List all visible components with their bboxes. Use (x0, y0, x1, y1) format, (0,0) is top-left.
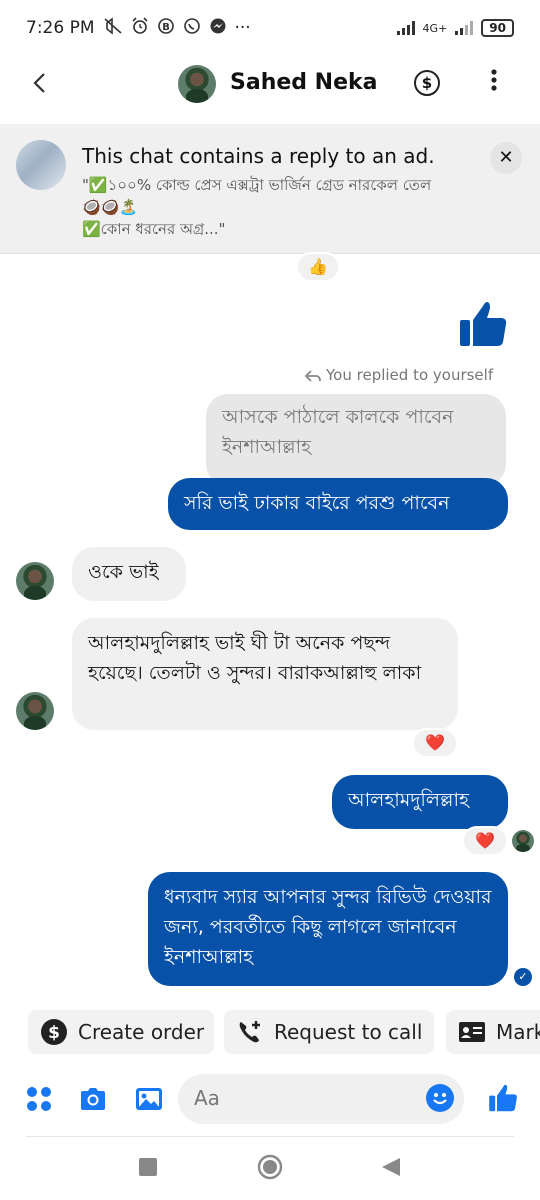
id-card-icon (458, 1018, 486, 1046)
ad-snippet: "✅১০০% কোল্ড প্রেস এক্সট্রা ভার্জিন গ্রে… (82, 174, 462, 240)
like-thumb-icon[interactable] (458, 298, 508, 350)
create-order-label: Create order (78, 1020, 205, 1044)
apps-grid-icon[interactable] (24, 1084, 54, 1114)
reply-arrow-icon (304, 369, 321, 382)
emoji-icon[interactable] (426, 1084, 454, 1112)
more-vertical-icon (491, 69, 497, 91)
ad-banner-title: This chat contains a reply to an ad. (82, 144, 435, 168)
chat-header: Sahed Neka $ (0, 56, 540, 118)
more-notifications: ··· (234, 18, 251, 38)
quoted-message[interactable]: আসকে পাঠালে কালকে পাবেন ইনশাআল্লাহ (206, 394, 506, 486)
back-arrow-icon (33, 73, 45, 93)
contact-avatar-small[interactable] (16, 562, 54, 600)
back-button[interactable] (26, 68, 56, 98)
incoming-message[interactable]: ওকে ভাই (72, 547, 186, 601)
messenger-icon (209, 17, 227, 39)
payment-button[interactable]: $ (414, 70, 440, 96)
battery-icon: 90 (481, 19, 514, 37)
request-call-button[interactable]: Request to call (224, 1010, 434, 1054)
heart-reaction[interactable]: ❤️ (412, 728, 458, 758)
divider (26, 1136, 514, 1137)
ad-snippet-line3: ✅কোন ধরনের অগ্র..." (82, 220, 226, 238)
contact-name[interactable]: Sahed Neka (230, 70, 378, 95)
contact-avatar[interactable] (178, 65, 216, 103)
delivered-check-icon: ✓ (514, 968, 532, 986)
message-placeholder: Aa (194, 1086, 220, 1110)
incoming-message[interactable]: আলহামদুলিল্লাহ ভাই ঘী টা অনেক পছন্দ হয়ে… (72, 618, 458, 730)
create-order-button[interactable]: $ Create order (28, 1010, 214, 1054)
b-app-icon: B (157, 17, 175, 39)
outgoing-message[interactable]: আলহামদুলিল্লাহ (332, 775, 508, 829)
heart-reaction[interactable]: ❤️ (462, 826, 508, 856)
dollar-chip-icon: $ (40, 1018, 68, 1046)
ad-snippet-line2: 🥥🥥🏝️ (82, 198, 139, 216)
status-time: 7:26 PM (26, 18, 95, 38)
alarm-icon (131, 17, 149, 39)
mute-notification-icon (103, 17, 123, 39)
message-input[interactable]: Aa (178, 1074, 464, 1124)
svg-text:$: $ (48, 1023, 60, 1043)
phone-plus-icon (236, 1018, 264, 1046)
mark-label: Mark (496, 1020, 540, 1044)
ad-thumbnail (16, 140, 66, 190)
whatsapp-icon (183, 17, 201, 39)
replied-note: You replied to yourself (304, 366, 493, 384)
ad-reply-banner[interactable]: This chat contains a reply to an ad. "✅১… (0, 124, 540, 254)
request-call-label: Request to call (274, 1020, 423, 1044)
seen-avatar (512, 830, 534, 852)
signal-1-icon (396, 21, 415, 35)
thumbs-up-reaction[interactable]: 👍 (296, 252, 340, 282)
status-bar: 7:26 PM B ··· 4G+ 90 (0, 0, 540, 56)
svg-text:B: B (162, 22, 170, 33)
contact-avatar-small[interactable] (16, 692, 54, 730)
signal-2-icon (455, 21, 474, 35)
outgoing-message[interactable]: ধন্যবাদ স্যার আপনার সুন্দর রিভিউ দেওয়ার… (148, 872, 508, 986)
square-icon[interactable] (139, 1158, 157, 1180)
outgoing-message-reply[interactable]: সরি ভাই ঢাকার বাইরে পরশু পাবেন (168, 478, 508, 530)
triangle-back-icon[interactable] (381, 1157, 401, 1181)
more-options-button[interactable] (490, 68, 498, 98)
gallery-icon[interactable] (134, 1084, 164, 1114)
replied-note-text: You replied to yourself (326, 366, 494, 384)
ad-snippet-line1: "✅১০০% কোল্ড প্রেস এক্সট্রা ভার্জিন গ্রে… (82, 176, 432, 194)
circle-home-icon[interactable] (257, 1154, 283, 1184)
quick-actions-bar: $ Create order Request to call Mark (0, 1010, 540, 1054)
camera-icon[interactable] (78, 1084, 108, 1114)
composer: Aa (0, 1072, 540, 1128)
network-type: 4G+ (422, 21, 448, 35)
close-icon[interactable]: ✕ (490, 142, 522, 174)
like-thumb-icon[interactable] (488, 1082, 518, 1112)
mark-button[interactable]: Mark (446, 1010, 540, 1054)
system-nav-bar (0, 1142, 540, 1200)
